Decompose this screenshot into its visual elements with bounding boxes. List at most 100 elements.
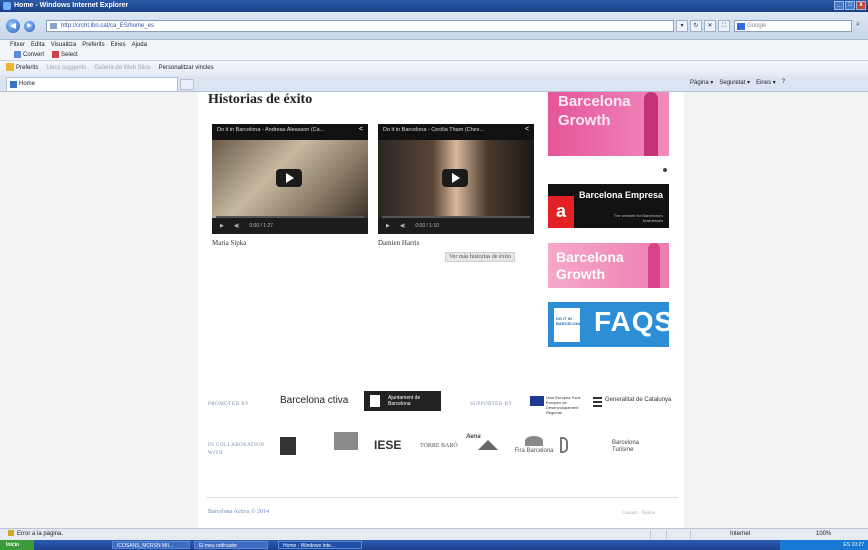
promoted-label: PROMOTED BY bbox=[208, 402, 250, 407]
favorites-label: Preferits bbox=[16, 65, 39, 71]
iese-logo[interactable]: IESE bbox=[374, 438, 401, 452]
taskbar-item[interactable]: El meu ordinador bbox=[194, 541, 268, 549]
star-icon bbox=[6, 63, 14, 72]
new-tab-button[interactable] bbox=[180, 79, 194, 90]
status-message[interactable]: Error a la pàgina. bbox=[8, 529, 63, 540]
back-button[interactable]: ◀ bbox=[6, 19, 20, 33]
volume-icon[interactable]: ◀) bbox=[234, 218, 240, 234]
tools-menu[interactable]: Eines ▾ bbox=[756, 79, 776, 86]
status-segment bbox=[650, 530, 662, 539]
contact-links[interactable]: Contact · Notice bbox=[622, 511, 655, 516]
partner-icon bbox=[334, 432, 358, 450]
volume-icon[interactable]: ◀) bbox=[400, 218, 406, 234]
play-icon[interactable] bbox=[442, 169, 468, 187]
dropdown-icon[interactable]: ▾ bbox=[676, 20, 688, 32]
aena-logo[interactable]: Aena bbox=[466, 434, 508, 458]
play-icon[interactable] bbox=[276, 169, 302, 187]
window-titlebar: Home - Windows Internet Explorer _ □ x bbox=[0, 0, 868, 12]
menu-file[interactable]: Fitxer bbox=[10, 42, 25, 48]
play-small-icon[interactable]: ▶ bbox=[386, 218, 390, 234]
turisme-logo[interactable]: Barcelona Turisme bbox=[610, 440, 650, 454]
pdf-icon bbox=[14, 51, 21, 58]
window-title: Home - Windows Internet Explorer bbox=[14, 2, 129, 9]
menu-edit[interactable]: Edita bbox=[31, 42, 45, 48]
partner-icon bbox=[280, 437, 296, 455]
clock[interactable]: ES 10:27 bbox=[843, 542, 864, 548]
carousel-dot[interactable] bbox=[663, 168, 667, 172]
logo-text: Generalitat de Catalunya bbox=[605, 397, 672, 403]
banner-text: Barcelona Empresa bbox=[578, 190, 663, 200]
help-icon[interactable]: ? bbox=[782, 79, 785, 86]
plane-icon bbox=[478, 440, 498, 450]
video-time: 0:00 / 1:10 bbox=[415, 223, 440, 229]
ie-icon bbox=[3, 2, 11, 10]
faqs-text: FAQS bbox=[594, 306, 669, 337]
ajuntament-logo[interactable]: Ajuntament de Barcelona bbox=[364, 391, 441, 411]
eu-logo[interactable]: Unió Europea Fons Europeu de Desenvolupa… bbox=[530, 395, 584, 415]
fav-suggested-sites[interactable]: Llocs suggerits bbox=[46, 61, 86, 76]
search-icon[interactable]: ⌕ bbox=[856, 21, 866, 31]
menu-favorites[interactable]: Preferits bbox=[82, 42, 104, 48]
play-small-icon[interactable]: ▶ bbox=[220, 218, 224, 234]
zoom-level[interactable]: 100% bbox=[816, 529, 831, 540]
menu-view[interactable]: Visualitza bbox=[51, 42, 77, 48]
video-player[interactable]: Do it in Barcelona - Andreas Aleasson (C… bbox=[212, 124, 368, 234]
status-text: Error a la pàgina. bbox=[17, 531, 64, 537]
address-input[interactable]: http://crcht.lbn.cat/ca_ES/home_es bbox=[46, 20, 674, 32]
select-icon bbox=[52, 51, 60, 58]
collaboration-label: IN COLLABORATION WITH bbox=[208, 443, 265, 456]
convert-label: Convert bbox=[23, 52, 45, 59]
compat-icon[interactable]: ⛶ bbox=[718, 20, 730, 32]
safety-menu[interactable]: Seguretat ▾ bbox=[719, 79, 750, 86]
window-controls: _ □ x bbox=[834, 1, 866, 10]
taskbar-item[interactable]: ICOSANS_MCRSN MII... bbox=[112, 541, 190, 549]
select-button[interactable]: Select bbox=[52, 51, 78, 58]
torre-logo[interactable]: TORRE BARÒ bbox=[420, 443, 458, 449]
taskbar-item-active[interactable]: Home - Windows Inte... bbox=[278, 541, 362, 549]
favorites-button[interactable]: Preferits bbox=[6, 61, 38, 76]
status-segment bbox=[666, 530, 678, 539]
tower-graphic bbox=[644, 92, 658, 156]
tower-graphic bbox=[648, 243, 660, 288]
page-icon bbox=[50, 23, 57, 29]
fav-web-slice-gallery[interactable]: Galeria de Web Slice bbox=[94, 61, 150, 76]
logo-text: Fira Barcelona bbox=[514, 448, 554, 454]
system-tray: ES 10:27 bbox=[780, 540, 868, 550]
stop-icon[interactable]: ✕ bbox=[704, 20, 716, 32]
start-button[interactable]: Inicio bbox=[0, 540, 34, 550]
empresa-logo: a bbox=[548, 196, 574, 228]
video-time: 0:00 / 1:27 bbox=[249, 223, 274, 229]
barcelona-growth-banner-2[interactable]: Barcelona Growth bbox=[548, 243, 669, 288]
barcelona-activa-logo[interactable]: Barcelona ctiva bbox=[280, 395, 348, 406]
menu-tools[interactable]: Eines bbox=[111, 42, 126, 48]
search-input[interactable]: Google bbox=[734, 20, 852, 32]
refresh-icon[interactable]: ↻ bbox=[690, 20, 702, 32]
barcelona-growth-banner[interactable]: Barcelona Growth bbox=[548, 92, 669, 156]
more-stories-button[interactable]: Ver más historias de éxito bbox=[445, 252, 515, 262]
share-icon[interactable]: < bbox=[359, 126, 363, 133]
share-icon[interactable]: < bbox=[525, 126, 529, 133]
do-it-badge: DO IT IN BARCELONA bbox=[554, 308, 582, 342]
supported-label: SUPPORTED BY bbox=[470, 402, 513, 407]
generalitat-logo[interactable]: Generalitat de Catalunya bbox=[593, 397, 672, 409]
minimize-button[interactable]: _ bbox=[834, 1, 844, 10]
menu-help[interactable]: Ajuda bbox=[132, 42, 147, 48]
copyright-link[interactable]: Barcelona Activa © 2014 bbox=[208, 509, 269, 515]
fira-logo[interactable]: Fira Barcelona bbox=[512, 436, 556, 454]
fav-customize-links[interactable]: Personalitzar vincles bbox=[159, 61, 214, 76]
page-title: Historias de éxito bbox=[208, 92, 313, 107]
forward-button[interactable]: ▶ bbox=[24, 21, 35, 32]
maximize-button[interactable]: □ bbox=[845, 1, 855, 10]
status-bar: Error a la pàgina. Internet 100% bbox=[0, 528, 868, 540]
page-menu[interactable]: Pàgina ▾ bbox=[690, 79, 713, 86]
video-player[interactable]: Do it in Barcelona - Cecilia Tham (Ches.… bbox=[378, 124, 534, 234]
barcelona-empresa-banner[interactable]: a Barcelona Empresa The website for Barc… bbox=[548, 184, 669, 228]
faqs-banner[interactable]: DO IT IN BARCELONA FAQS bbox=[548, 302, 669, 347]
security-zone[interactable]: Internet bbox=[730, 529, 750, 540]
logo-text: Ajuntament de Barcelona bbox=[388, 395, 421, 407]
tab-home[interactable]: Home bbox=[6, 77, 178, 91]
close-button[interactable]: x bbox=[856, 1, 866, 10]
warning-icon bbox=[8, 530, 14, 537]
convert-button[interactable]: Convert bbox=[14, 51, 44, 58]
partner-logo[interactable] bbox=[330, 432, 362, 451]
